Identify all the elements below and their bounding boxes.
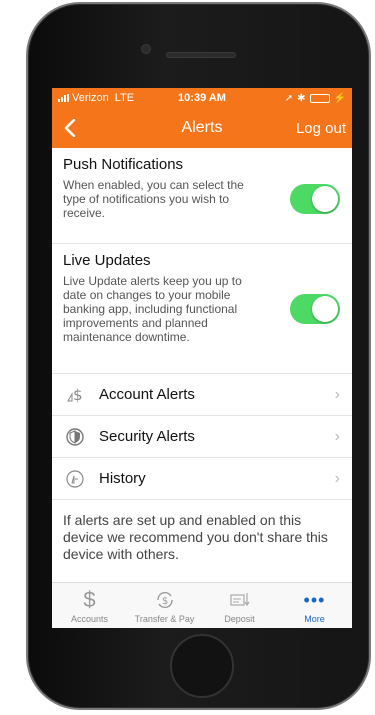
menu-item-label: Security Alerts — [99, 428, 195, 445]
sharing-warning-note: If alerts are set up and enabled on this… — [63, 512, 328, 562]
tab-label: Transfer & Pay — [134, 614, 195, 624]
earpiece-speaker — [166, 52, 236, 58]
shield-icon — [64, 426, 86, 448]
home-button[interactable] — [170, 634, 234, 698]
toggle-knob — [312, 186, 338, 212]
live-updates-setting: Live Updates Live Update alerts keep you… — [52, 244, 352, 374]
app-screen: Verizon LTE 10:39 AM ➚ ✱ ⚡ Alerts Log ou… — [52, 88, 352, 628]
tab-deposit[interactable]: Deposit — [202, 583, 277, 628]
tab-label: More — [304, 614, 325, 624]
clock-bell-icon — [64, 468, 86, 490]
live-updates-toggle[interactable] — [290, 294, 340, 324]
svg-text:$: $ — [73, 386, 83, 404]
chevron-right-icon: › — [334, 469, 340, 487]
transfer-icon: $ — [154, 588, 176, 612]
push-notifications-setting: Push Notifications When enabled, you can… — [52, 148, 352, 244]
tab-accounts[interactable]: $ Accounts — [52, 583, 127, 628]
logout-button[interactable]: Log out — [296, 120, 346, 137]
dollar-bell-icon: $ — [64, 384, 86, 406]
chevron-right-icon: › — [334, 385, 340, 403]
more-dots-icon: ••• — [303, 589, 326, 610]
navigation-bar: Alerts Log out — [52, 108, 352, 148]
alerts-content: Push Notifications When enabled, you can… — [52, 148, 352, 575]
battery-icon — [309, 93, 330, 103]
status-time: 10:39 AM — [178, 92, 226, 104]
push-notifications-toggle[interactable] — [290, 184, 340, 214]
tab-transfer-pay[interactable]: $ Transfer & Pay — [127, 583, 202, 628]
chevron-left-icon — [64, 119, 76, 137]
back-button[interactable] — [58, 116, 82, 140]
status-bar: Verizon LTE 10:39 AM ➚ ✱ ⚡ — [52, 88, 352, 108]
setting-description: When enabled, you can select the type of… — [63, 178, 244, 220]
menu-item-security-alerts[interactable]: Security Alerts › — [52, 416, 352, 458]
svg-text:$: $ — [162, 596, 168, 607]
setting-description: Live Update alerts keep you up to date o… — [63, 274, 242, 344]
tab-more[interactable]: ••• More — [277, 583, 352, 628]
dollar-icon: $ — [83, 587, 96, 612]
chevron-right-icon: › — [334, 427, 340, 445]
tab-label: Deposit — [224, 614, 255, 624]
tab-label: Accounts — [70, 614, 109, 624]
setting-title: Live Updates — [63, 252, 151, 269]
menu-item-history[interactable]: History › — [52, 458, 352, 500]
menu-item-account-alerts[interactable]: $ Account Alerts › — [52, 374, 352, 416]
menu-item-label: History — [99, 470, 146, 487]
tab-bar: $ Accounts $ Transfer & Pay Deposit ••• … — [52, 582, 352, 628]
toggle-knob — [312, 296, 338, 322]
front-camera — [141, 44, 151, 54]
menu-item-label: Account Alerts — [99, 386, 195, 403]
setting-title: Push Notifications — [63, 156, 184, 173]
deposit-check-icon — [229, 588, 251, 612]
